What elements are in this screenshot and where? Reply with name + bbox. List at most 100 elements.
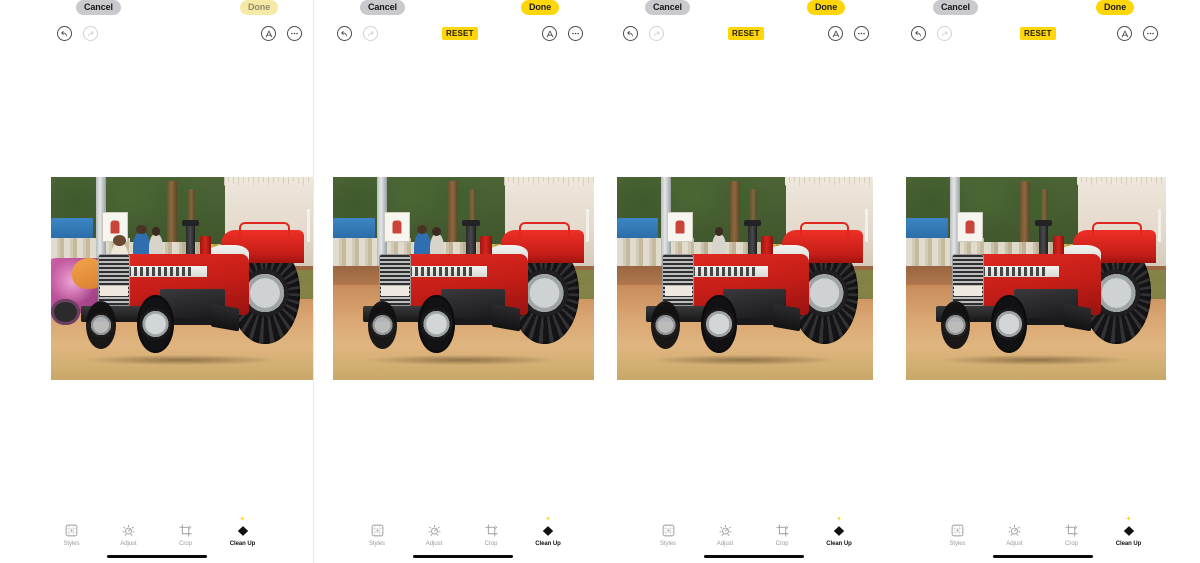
editor-panel-4: Cancel Done RESET Styles Adjust Crop ✦ C…	[906, 0, 1180, 563]
tool-label: Adjust	[716, 541, 734, 547]
tool-label: Crop	[1065, 541, 1078, 547]
tool-crop[interactable]: Crop	[473, 523, 509, 547]
done-button[interactable]: Done	[521, 0, 560, 15]
bottom-toolbar: Styles Adjust Crop ✦ Clean Up	[326, 516, 599, 547]
adjust-dial-icon	[718, 523, 733, 538]
tool-label: Styles	[949, 541, 966, 547]
tool-label: Clean Up	[535, 541, 561, 547]
tool-crop[interactable]: Crop	[1054, 523, 1090, 547]
tool-adjust[interactable]: Adjust	[111, 523, 147, 547]
cancel-button[interactable]: Cancel	[645, 0, 690, 15]
cancel-button[interactable]: Cancel	[933, 0, 978, 15]
tool-label: Crop	[775, 541, 789, 547]
tool-label: Adjust	[1006, 541, 1023, 547]
markup-pen-circle-icon[interactable]	[1117, 26, 1132, 41]
reset-badge[interactable]: RESET	[442, 27, 478, 40]
styles-grid-icon	[950, 523, 965, 538]
panel-gutter	[599, 0, 617, 563]
sparkle-icon: ✦	[836, 516, 842, 523]
panel-gutter	[314, 0, 326, 563]
tool-label: Styles	[63, 541, 80, 547]
tool-crop[interactable]: Crop	[764, 523, 800, 547]
undo-arrow-icon[interactable]	[57, 26, 72, 41]
tool-clean-up[interactable]: ✦ Clean Up	[821, 516, 857, 547]
tractor-subject	[637, 220, 863, 368]
more-ellipsis-icon[interactable]	[854, 26, 869, 41]
tool-crop[interactable]: Crop	[168, 523, 204, 547]
tool-adjust[interactable]: Adjust	[997, 523, 1033, 547]
edit-control-row: RESET	[906, 26, 1180, 46]
tool-clean-up[interactable]: ✦ Clean Up	[1111, 516, 1147, 547]
photo-canvas[interactable]	[51, 177, 314, 380]
cleanup-eraser-icon	[1121, 523, 1136, 538]
markup-pen-circle-icon[interactable]	[261, 26, 276, 41]
home-indicator	[703, 555, 804, 558]
more-ellipsis-icon[interactable]	[287, 26, 302, 41]
undo-arrow-icon[interactable]	[911, 26, 926, 41]
cleanup-eraser-icon	[541, 523, 556, 538]
crop-frame-icon	[484, 523, 499, 538]
markup-pen-circle-icon[interactable]	[828, 26, 843, 41]
tool-styles[interactable]: Styles	[54, 523, 90, 547]
photo-image	[906, 177, 1166, 380]
edit-control-row: RESET	[0, 26, 314, 46]
reset-badge[interactable]: RESET	[728, 27, 764, 40]
tool-styles[interactable]: Styles	[359, 523, 395, 547]
cleanup-eraser-icon	[235, 523, 250, 538]
tractor-subject	[72, 220, 305, 368]
reset-badge[interactable]: RESET	[1020, 27, 1056, 40]
adjust-dial-icon	[1007, 523, 1022, 538]
tool-styles[interactable]: Styles	[940, 523, 976, 547]
top-bar: Cancel Done	[617, 0, 890, 22]
tool-label: Adjust	[425, 541, 443, 547]
styles-grid-icon	[64, 523, 79, 538]
home-indicator	[412, 555, 513, 558]
done-button[interactable]: Done	[240, 0, 279, 15]
sparkle-icon: ✦	[545, 516, 551, 523]
editor-panel-1: Cancel Done RESET	[0, 0, 314, 563]
top-bar: Cancel Done	[326, 0, 599, 22]
redo-arrow-icon	[363, 26, 378, 41]
redo-arrow-icon	[83, 26, 98, 41]
crop-frame-icon	[775, 523, 790, 538]
tool-label: Crop	[484, 541, 498, 547]
redo-arrow-icon	[937, 26, 952, 41]
photo-canvas[interactable]	[333, 177, 594, 380]
tractor-subject	[354, 220, 584, 368]
photo-image	[51, 177, 314, 380]
top-bar: Cancel Done	[0, 0, 314, 22]
more-ellipsis-icon[interactable]	[1143, 26, 1158, 41]
tool-label: Adjust	[120, 541, 137, 547]
undo-arrow-icon[interactable]	[337, 26, 352, 41]
edit-control-row: RESET	[617, 26, 890, 46]
photo-image	[617, 177, 873, 380]
done-button[interactable]: Done	[807, 0, 846, 15]
adjust-dial-icon	[427, 523, 442, 538]
tool-label: Clean Up	[1115, 541, 1142, 547]
top-bar: Cancel Done	[906, 0, 1180, 22]
markup-pen-circle-icon[interactable]	[542, 26, 557, 41]
undo-arrow-icon[interactable]	[623, 26, 638, 41]
more-ellipsis-icon[interactable]	[568, 26, 583, 41]
tool-label: Styles	[368, 541, 386, 547]
tool-label: Crop	[179, 541, 192, 547]
editor-panel-2: Cancel Done RESET Styles Adjust Crop ✦ C…	[326, 0, 599, 563]
cleanup-eraser-icon	[832, 523, 847, 538]
photo-image	[333, 177, 594, 380]
tool-styles[interactable]: Styles	[650, 523, 686, 547]
cancel-button[interactable]: Cancel	[360, 0, 405, 15]
tool-clean-up[interactable]: ✦ Clean Up	[530, 516, 566, 547]
tool-adjust[interactable]: Adjust	[416, 523, 452, 547]
tool-clean-up[interactable]: ✦ Clean Up	[225, 516, 261, 547]
bottom-toolbar: Styles Adjust Crop ✦ Clean Up	[617, 516, 890, 547]
photo-canvas[interactable]	[617, 177, 873, 380]
bottom-toolbar: Styles Adjust Crop ✦ Clean Up	[906, 516, 1180, 547]
sparkle-icon: ✦	[239, 516, 246, 523]
home-indicator	[993, 555, 1093, 558]
tool-adjust[interactable]: Adjust	[707, 523, 743, 547]
cancel-button[interactable]: Cancel	[76, 0, 121, 15]
home-indicator	[107, 555, 207, 558]
crop-frame-icon	[1064, 523, 1079, 538]
photo-canvas[interactable]	[906, 177, 1166, 380]
done-button[interactable]: Done	[1096, 0, 1135, 15]
